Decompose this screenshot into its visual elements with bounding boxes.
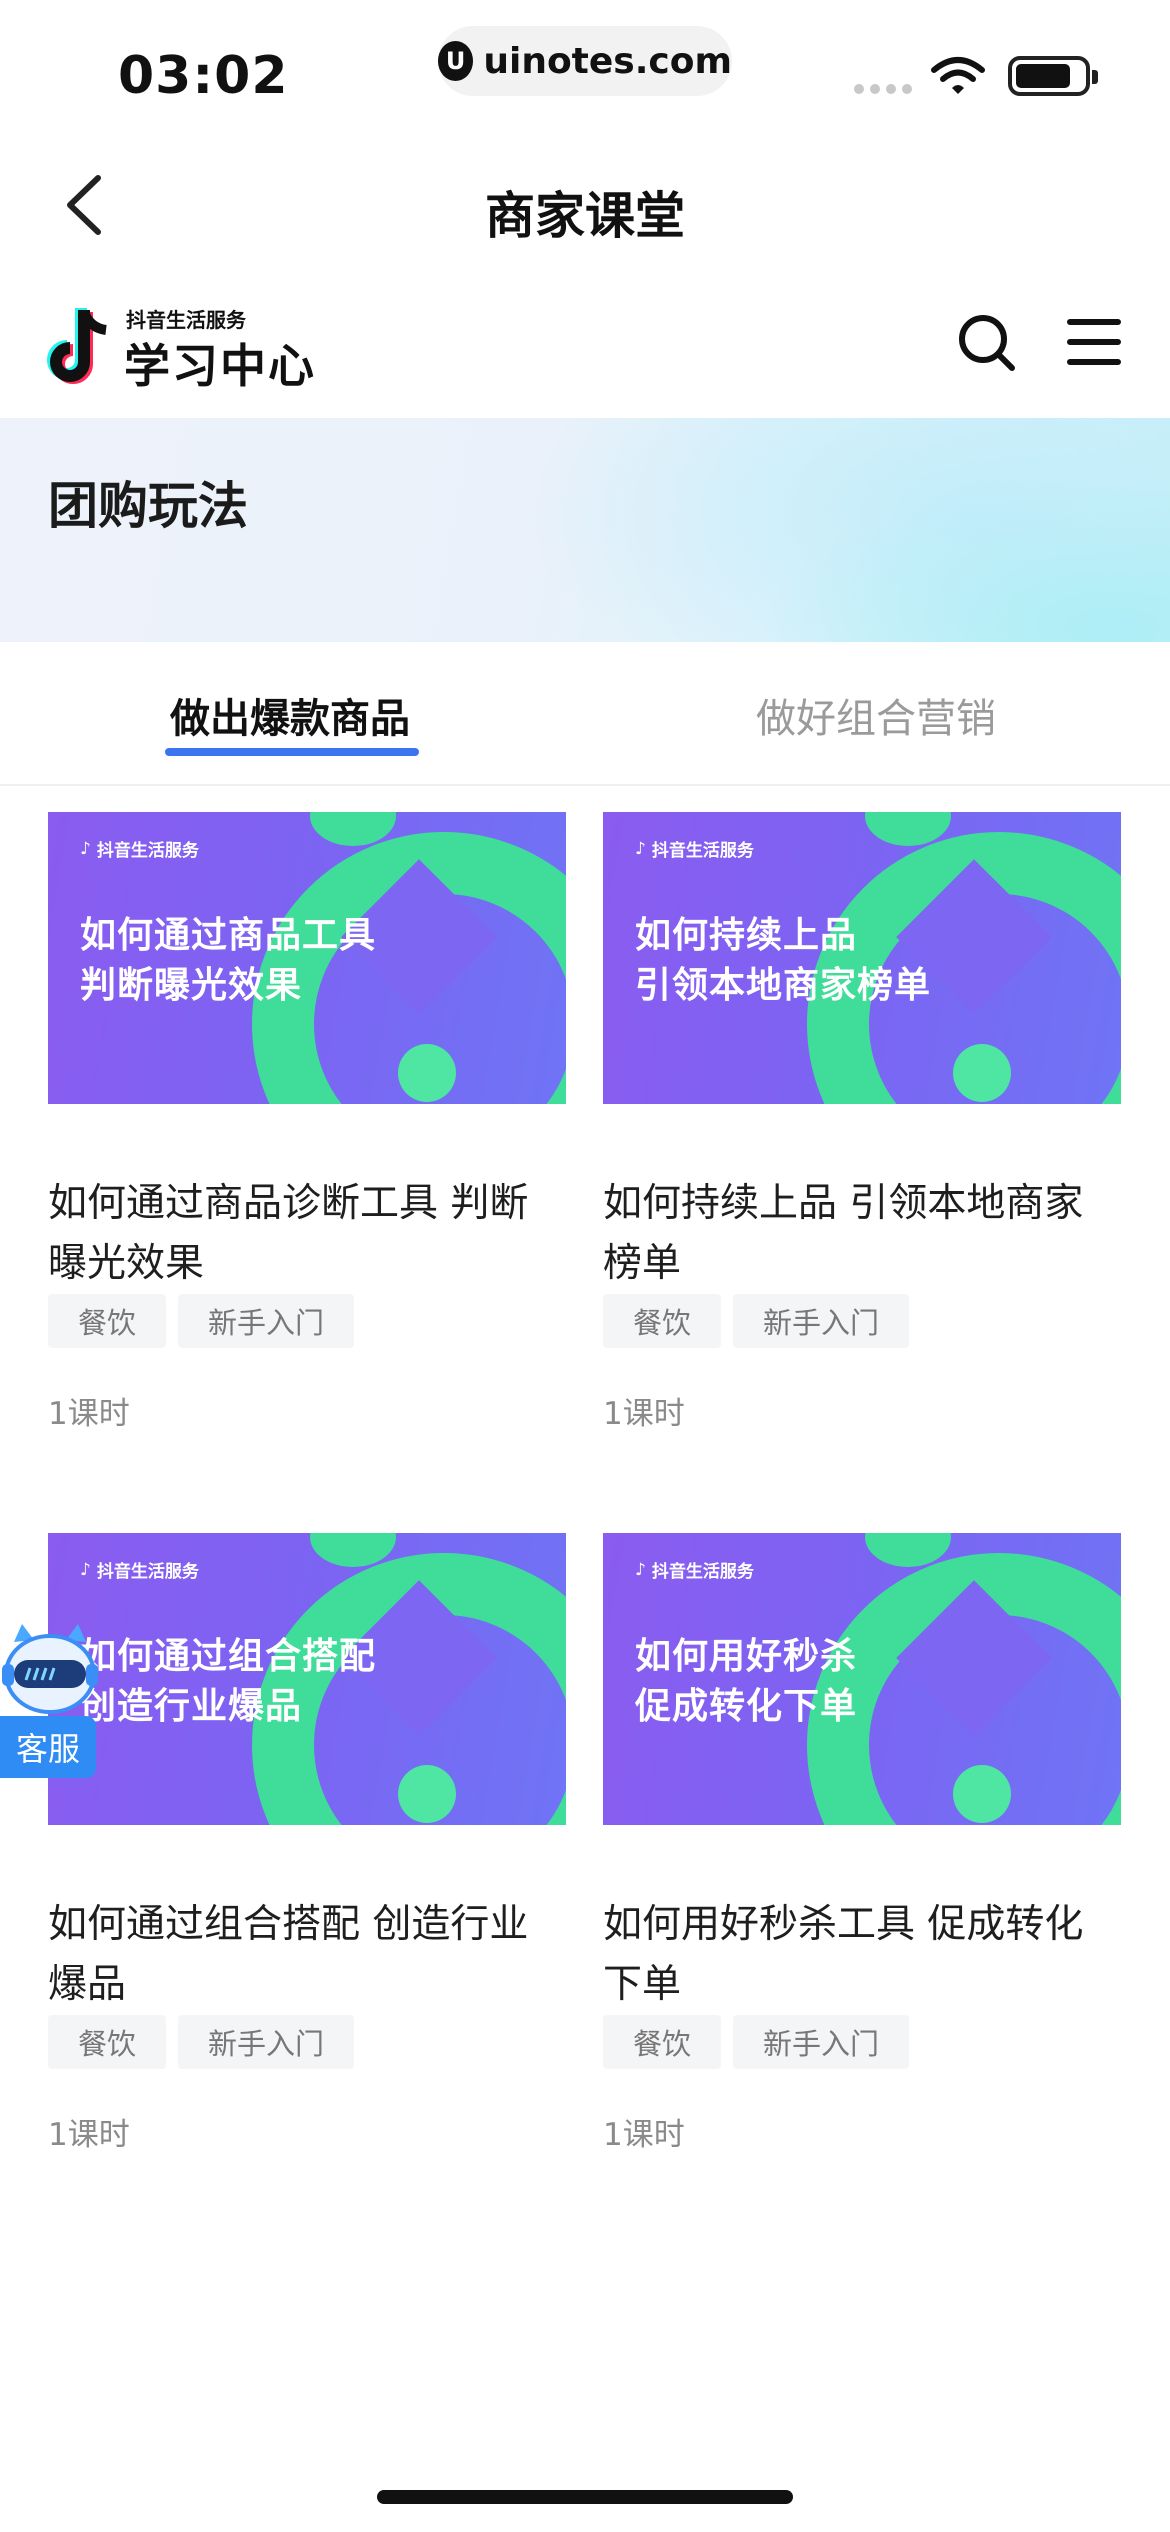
tag: 新手入门 (733, 1294, 910, 1348)
douyin-mini-icon: ♪ (635, 1559, 646, 1580)
tag: 新手入门 (178, 2015, 355, 2069)
lesson-count: 1课时 (48, 2117, 130, 2153)
lesson-count: 1课时 (48, 1396, 130, 1432)
thumb-brand: ♪ 抖音生活服务 (635, 838, 754, 862)
cellular-signal-icon (854, 84, 912, 94)
tag: 餐饮 (603, 1294, 722, 1348)
thumb-brand: ♪ 抖音生活服务 (635, 1559, 754, 1583)
active-tab-indicator (165, 748, 419, 756)
customer-service-button[interactable]: 客服 (0, 1620, 100, 1784)
thumb-title-line: 如何通过组合搭配 (80, 1636, 377, 1677)
tag: 新手入门 (178, 1294, 355, 1348)
category-banner: 团购玩法 (0, 418, 1170, 642)
course-card[interactable]: ♪ 抖音生活服务 如何通过组合搭配 创造行业爆品 如何通过组合搭配 创造行业爆品 … (48, 1533, 566, 2154)
course-card[interactable]: ♪ 抖音生活服务 如何持续上品 引领本地商家榜单 如何持续上品 引领本地商家榜单 … (603, 812, 1121, 1433)
course-tags: 餐饮 新手入门 (48, 1294, 566, 1348)
douyin-mini-icon: ♪ (80, 1559, 91, 1580)
thumb-brand: ♪ 抖音生活服务 (80, 838, 199, 862)
url-text: uinotes.com (483, 40, 732, 82)
url-pill[interactable]: U uinotes.com (438, 26, 732, 96)
page-title: 商家课堂 (485, 187, 685, 245)
home-indicator[interactable] (377, 2490, 793, 2504)
course-title[interactable]: 如何用好秒杀工具 促成转化下单 (603, 1895, 1121, 2015)
course-thumbnail[interactable]: ♪ 抖音生活服务 如何通过组合搭配 创造行业爆品 (48, 1533, 566, 1825)
course-card[interactable]: ♪ 抖音生活服务 如何用好秒杀 促成转化下单 如何用好秒杀工具 促成转化下单 餐饮… (603, 1533, 1121, 2154)
site-logo-icon: U (438, 41, 474, 81)
battery-icon (1008, 56, 1098, 96)
status-bar: 03:02 U uinotes.com (0, 0, 1170, 130)
lesson-count: 1课时 (603, 1396, 685, 1432)
course-title[interactable]: 如何通过组合搭配 创造行业爆品 (48, 1895, 566, 2015)
banner-title: 团购玩法 (48, 477, 248, 535)
wifi-icon (931, 57, 985, 94)
customer-service-label: 客服 (0, 1716, 96, 1778)
course-thumbnail[interactable]: ♪ 抖音生活服务 如何用好秒杀 促成转化下单 (603, 1533, 1121, 1825)
robot-mascot-icon (2, 1624, 98, 1714)
thumb-title-line: 创造行业爆品 (80, 1686, 303, 1727)
brand-subtitle: 抖音生活服务 (126, 308, 246, 332)
tag: 餐饮 (48, 1294, 167, 1348)
course-tags: 餐饮 新手入门 (603, 2015, 1121, 2069)
thumb-title-line: 如何持续上品 (635, 915, 858, 956)
course-thumbnail[interactable]: ♪ 抖音生活服务 如何持续上品 引领本地商家榜单 (603, 812, 1121, 1104)
douyin-mini-icon: ♪ (635, 838, 646, 859)
tag: 新手入门 (733, 2015, 910, 2069)
course-title[interactable]: 如何通过商品诊断工具 判断曝光效果 (48, 1174, 566, 1294)
douyin-logo-icon[interactable] (46, 306, 116, 388)
thumb-title-line: 引领本地商家榜单 (635, 965, 932, 1006)
lesson-count: 1课时 (603, 2117, 685, 2153)
thumb-title-line: 促成转化下单 (635, 1686, 858, 1727)
tab-hot-products[interactable]: 做出爆款商品 (170, 686, 410, 744)
course-card[interactable]: ♪ 抖音生活服务 如何通过商品工具 判断曝光效果 如何通过商品诊断工具 判断曝光效… (48, 812, 566, 1433)
course-title[interactable]: 如何持续上品 引领本地商家榜单 (603, 1174, 1121, 1294)
nav-header: 商家课堂 (0, 150, 1170, 260)
tab-combo-marketing[interactable]: 做好组合营销 (756, 686, 996, 744)
status-time: 03:02 (118, 46, 289, 106)
search-icon[interactable] (956, 312, 1018, 374)
course-thumbnail[interactable]: ♪ 抖音生活服务 如何通过商品工具 判断曝光效果 (48, 812, 566, 1104)
brand-title: 学习中心 (124, 339, 316, 393)
thumb-brand: ♪ 抖音生活服务 (80, 1559, 199, 1583)
douyin-mini-icon: ♪ (80, 838, 91, 859)
menu-icon[interactable] (1066, 316, 1122, 368)
tag: 餐饮 (603, 2015, 722, 2069)
thumb-title-line: 如何用好秒杀 (635, 1636, 858, 1677)
thumb-title-line: 判断曝光效果 (80, 965, 303, 1006)
course-tags: 餐饮 新手入门 (48, 2015, 566, 2069)
course-tags: 餐饮 新手入门 (603, 1294, 1121, 1348)
tag: 餐饮 (48, 2015, 167, 2069)
brand-bar: 抖音生活服务 学习中心 (0, 290, 1170, 410)
tab-bar: 做出爆款商品 做好组合营销 (0, 642, 1170, 786)
thumb-title-line: 如何通过商品工具 (80, 915, 377, 956)
